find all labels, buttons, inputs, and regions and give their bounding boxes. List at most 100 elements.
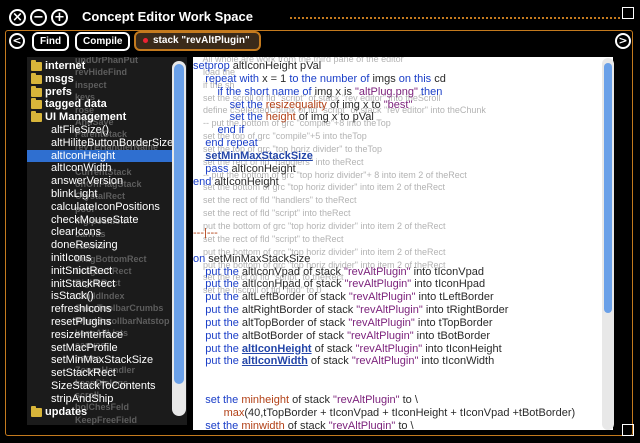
concept-editor-window: × − + Concept Editor Work Space < Find C… — [0, 0, 640, 443]
code-line: set the height of img x to pVal — [193, 111, 603, 124]
editor-scrollbar[interactable] — [602, 58, 614, 430]
tree-item-label: updates — [45, 405, 88, 418]
code-line: put the altIconWidth of stack "revAltPlu… — [193, 355, 603, 368]
code-token: put the — [193, 316, 242, 329]
tree-handler-item[interactable]: answerVersion — [27, 175, 172, 188]
tree-item-label: msgs — [45, 72, 74, 85]
editor-scroll-thumb[interactable] — [604, 63, 612, 313]
tree-handler-item[interactable]: SizeStackToContents — [27, 380, 172, 393]
tree-handler-item[interactable]: setMinMaxStackSize — [27, 354, 172, 367]
tree-item-label: altIconWidth — [51, 162, 112, 175]
code-token: of stack — [284, 419, 329, 430]
tree-folder[interactable]: msgs — [27, 72, 172, 86]
tree-item-label: setMacProfile — [51, 341, 118, 354]
tree-handler-item[interactable]: altIconHeight — [27, 149, 172, 163]
code-token: into tBotBorder — [413, 329, 491, 342]
code-token: on — [193, 252, 209, 265]
tree-item-label: setStackRect — [51, 367, 116, 380]
folder-icon — [31, 98, 42, 110]
code-token[interactable]: altIconHeight — [242, 343, 312, 355]
tree-handler-item[interactable]: refreshIcons — [27, 303, 172, 316]
tree-handler-item[interactable]: setMacProfile — [27, 342, 172, 355]
code-token: x = 1 — [262, 72, 290, 85]
code-token: into tRightBorder — [422, 304, 509, 317]
handler-tree[interactable]: undUrPhanPut revHideFind inspect keys rose An… — [27, 57, 187, 425]
resize-corner-top-icon[interactable] — [622, 7, 634, 19]
close-icon[interactable]: × — [9, 9, 26, 26]
back-arrow-icon[interactable]: < — [9, 33, 25, 49]
tree-handler-item[interactable]: initSnictRect — [27, 265, 172, 278]
code-token: (40,tTopBorder + tIconVpad + tIconHeight… — [244, 406, 576, 419]
tree-handler-item[interactable]: clearIcons — [27, 226, 172, 239]
code-token: into tIconHpad — [411, 278, 486, 291]
code-token[interactable]: altIconWidth — [242, 355, 308, 367]
code-token[interactable]: setMinMaxStackSize — [205, 150, 313, 162]
code-token: cd — [434, 72, 446, 85]
tree-item-label: SizeStackToContents — [51, 379, 156, 392]
code-line: setMinMaxStackSize — [193, 150, 603, 163]
stack-selector-button[interactable]: stack "revAltPlugin" — [134, 31, 261, 51]
tree-handler-item[interactable]: resetPlugins — [27, 316, 172, 329]
script-editor[interactable]: All whole are work from the third pane o… — [193, 57, 613, 430]
forward-arrow-icon[interactable]: > — [615, 33, 631, 49]
tree-scroll-thumb[interactable] — [174, 64, 184, 384]
tree-item-label: isStack() — [51, 290, 94, 303]
code-token: of img x to pVal — [295, 111, 374, 124]
compile-button[interactable]: Compile — [75, 32, 131, 51]
tree-item-label: refreshIcons — [51, 303, 112, 316]
tree-handler-item[interactable]: calculateIconPositions — [27, 201, 172, 214]
code-line: put the altLeftBorder of stack "revAltPl… — [193, 291, 603, 304]
tree-handler-item[interactable]: initIcons — [27, 252, 172, 265]
tree-folder[interactable]: prefs — [27, 85, 172, 99]
tree-handler-item[interactable]: resizeInterface — [27, 329, 172, 342]
code-token: "revAltPlugin" — [348, 291, 416, 304]
code-line: end if — [193, 124, 603, 137]
code-token: to \ — [395, 419, 414, 430]
tree-handler-item[interactable]: initStackRect — [27, 278, 172, 291]
tree-handler-item[interactable]: doneResizing — [27, 239, 172, 252]
tree-scrollbar[interactable] — [172, 61, 186, 416]
code-token: of stack — [289, 393, 334, 406]
title-divider — [290, 17, 620, 19]
tree-item-label: altFileSize() — [51, 123, 110, 136]
tree-folder[interactable]: internet — [27, 60, 172, 73]
tree-folder[interactable]: UI Management — [27, 111, 172, 124]
code-token: to \ — [399, 393, 418, 406]
tree-handler-item[interactable]: altHiliteButtonBorderSize — [27, 137, 173, 150]
code-token: altIconHpad of stack — [241, 278, 345, 291]
code-token: "revAltPlugin" — [355, 342, 423, 355]
code-token: into tIconWidth — [418, 355, 495, 368]
tree-handler-item[interactable]: stripAndShip — [27, 393, 172, 406]
code-line: if the short name of img x is "altPlug.p… — [193, 86, 603, 99]
code-line: put the altIconHeight of stack "revAltPl… — [193, 343, 603, 356]
code-token: put the — [193, 278, 242, 291]
window-title: Concept Editor Work Space — [82, 9, 253, 24]
code-token: end — [193, 175, 215, 188]
code-token: into tTopBorder — [414, 316, 493, 329]
title-bar[interactable]: × − + Concept Editor Work Space — [0, 0, 640, 30]
tree-folder[interactable]: tagged data — [27, 98, 172, 111]
tree-handler-item[interactable]: altIconWidth — [27, 162, 172, 175]
maximize-icon[interactable]: + — [51, 9, 68, 26]
code-line: set the minwidth of stack "revAltPlugin"… — [193, 420, 603, 430]
code-token: put the — [193, 304, 242, 317]
folder-icon — [31, 405, 42, 417]
tree-folder[interactable]: updates — [27, 405, 172, 419]
tree-handler-item[interactable]: isStack() — [27, 290, 172, 303]
tree-handler-item[interactable]: blinkLight — [27, 188, 172, 201]
minimize-icon[interactable]: − — [30, 9, 47, 26]
resize-corner-bottom-icon[interactable] — [622, 424, 634, 436]
code-token: set the — [193, 111, 266, 124]
code-token: minheight — [241, 393, 290, 406]
folder-icon — [31, 85, 42, 97]
find-button[interactable]: Find — [32, 32, 70, 51]
tree-handler-item[interactable]: setStackRect — [27, 367, 172, 380]
tree-handler-item[interactable]: checkMouseState — [27, 214, 172, 227]
code-line: put the altIconHpad of stack "revAltPlug… — [193, 278, 603, 291]
tree-handler-item[interactable]: altFileSize() — [27, 124, 172, 137]
code-line: end repeat — [193, 137, 603, 150]
